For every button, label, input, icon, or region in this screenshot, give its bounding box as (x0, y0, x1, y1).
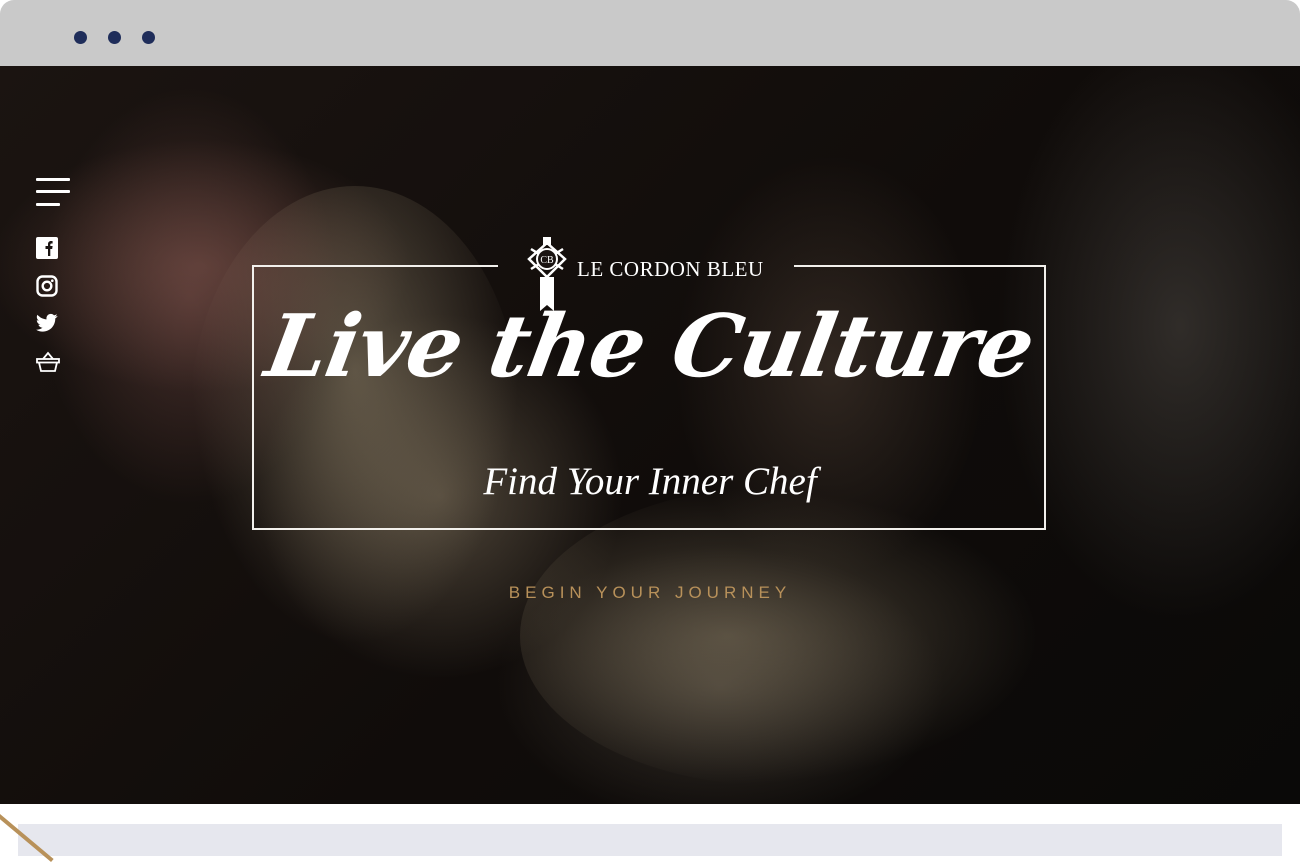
facebook-icon[interactable] (36, 237, 58, 259)
window-dot-icon (108, 31, 121, 44)
window-dot-icon (142, 31, 155, 44)
browser-chrome (0, 0, 1300, 66)
hero-subheadline: Find Your Inner Chef (483, 460, 817, 503)
basket-icon[interactable] (36, 351, 60, 373)
hero-section: CB LE CORDON BLEU Live the Culture Find … (0, 66, 1300, 804)
hero-headline: Live the Culture (258, 296, 1042, 397)
window-dot-icon (74, 31, 87, 44)
brand-name: LE CORDON BLEU (577, 257, 764, 281)
hero-background-image (520, 486, 1040, 786)
instagram-icon[interactable] (36, 275, 58, 297)
hamburger-menu-icon[interactable] (36, 177, 72, 209)
begin-journey-link[interactable]: BEGIN YOUR JOURNEY (400, 583, 900, 603)
svg-text:CB: CB (540, 255, 554, 266)
content-panel (18, 824, 1282, 856)
next-section (0, 804, 1300, 862)
twitter-icon[interactable] (36, 313, 58, 335)
